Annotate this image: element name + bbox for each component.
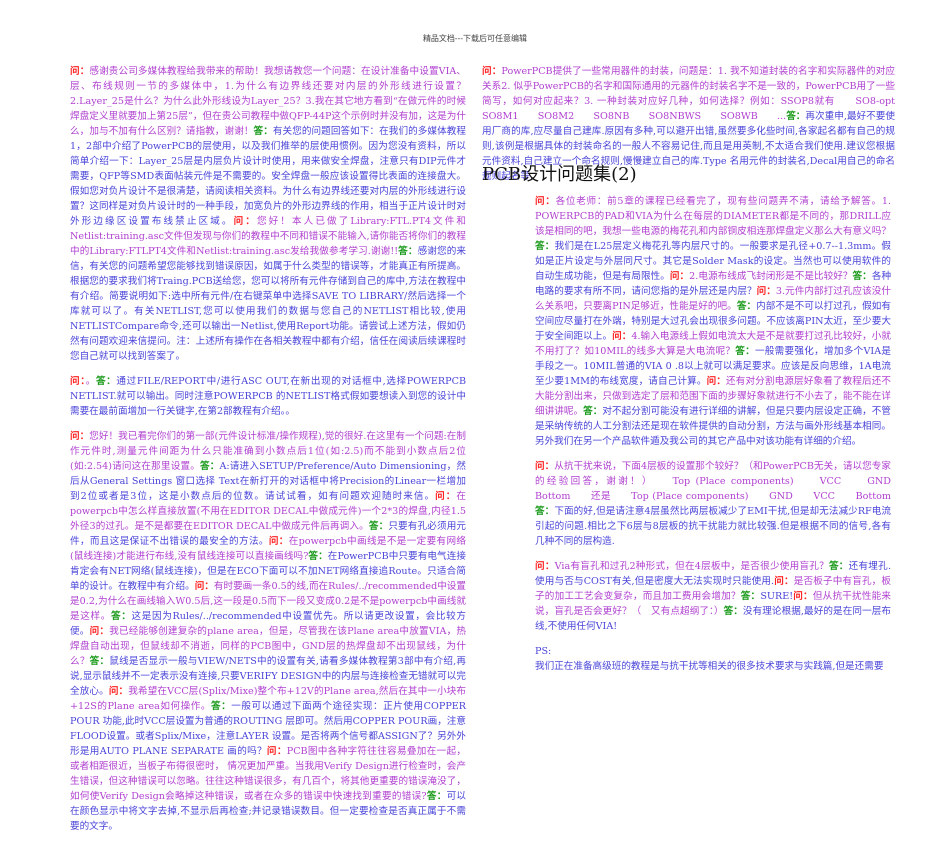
answer-text: 有关您的问题回答如下：在我们的多媒体教程1，2部中介绍了PowerPCB的层使用… xyxy=(70,126,467,227)
answer-label: 答： xyxy=(368,521,389,532)
question-label: 问： xyxy=(612,331,632,342)
answer-label: 答： xyxy=(583,406,603,417)
question-label: 问： xyxy=(70,376,86,387)
answer-label: 答： xyxy=(95,376,117,387)
qa-paragraph: 问：从抗干扰来说，下面4层板的设置那个较好？（和PowerPCB无关，请以您专家… xyxy=(535,459,910,549)
qa-paragraph: 问：您好！我已看完你们的第一部(元件设计标准/操作规程),觉的很好.在这里有一个… xyxy=(70,429,466,834)
question-label: 问： xyxy=(756,286,776,297)
answer-label: 答： xyxy=(426,791,447,802)
ps-label: PS: xyxy=(535,646,552,657)
question-text: 。 xyxy=(85,376,96,387)
answer-label: 答： xyxy=(740,591,761,602)
question-label: 问： xyxy=(535,461,555,472)
qa-paragraph: 问：感谢贵公司多媒体教程给我带来的帮助！我想请教您一个问题：在设计准备中设置VI… xyxy=(70,64,466,364)
answer-label: 答： xyxy=(852,271,872,282)
answer-text: 通过FILE/REPORT中/进行ASC OUT,在新出现的对话框中,选择POW… xyxy=(70,376,467,417)
answer-text: 下面的好,但是请注意4层虽然比两层板减少了EMI干扰,但是却无法减少RF电流引起… xyxy=(535,506,892,547)
question-label: 问： xyxy=(70,66,90,77)
question-label: 问： xyxy=(266,746,287,757)
answer-label: 答： xyxy=(308,551,328,562)
answer-label: 答： xyxy=(535,506,555,517)
page-header: 精品文档---下载后可任意编辑 xyxy=(422,34,528,43)
question-label: 问： xyxy=(268,536,289,547)
qa-paragraph: 问：。答：通过FILE/REPORT中/进行ASC OUT,在新出现的对话框中,… xyxy=(70,374,466,419)
question-label: 问： xyxy=(435,491,457,502)
question-text: Via有盲孔和过孔2种形式，但在4层板中，是否很少使用盲孔？ xyxy=(554,561,829,572)
answer-label: 答： xyxy=(828,561,849,572)
answer-label: 答： xyxy=(199,461,220,472)
answer-label: 答： xyxy=(111,611,132,622)
answer-text: SURE! xyxy=(760,591,794,602)
question-text: 从抗干扰来说，下面4层板的设置那个较好？（和PowerPCB无关，请以您专家的经… xyxy=(535,461,911,502)
qa-block: 问：各位老师：前5章的课程已经看完了，现有些问题弄不清，请给予解答。1. POW… xyxy=(535,194,910,634)
left-column: 问：感谢贵公司多媒体教程给我带来的帮助！我想请教您一个问题：在设计准备中设置VI… xyxy=(70,64,466,844)
answer-text: 感谢您的来信，有关您的问题希望您能够找到错误原因，如属于什么类型的错误等，才能真… xyxy=(70,246,466,362)
answer-label: 答： xyxy=(89,656,110,667)
answer-label: 答： xyxy=(535,241,555,252)
answer-label: 答： xyxy=(398,246,418,257)
question-label: 问： xyxy=(535,561,555,572)
qa-paragraph: 问：Via有盲孔和过孔2种形式，但在4层板中，是否很少使用盲孔？答：还有埋孔.使… xyxy=(535,559,891,634)
question-label: 问： xyxy=(89,626,110,637)
question-label: 问： xyxy=(774,576,794,587)
right-column-body: 问：各位老师：前5章的课程已经看完了，现有些问题弄不清，请给予解答。1. POW… xyxy=(535,194,910,674)
section-title: PCB设计问题集(2) xyxy=(482,164,637,185)
answer-label: 答： xyxy=(211,701,232,712)
question-text: 各位老师：前5章的课程已经看完了，现有些问题弄不清，请给予解答。1. POWER… xyxy=(535,196,891,237)
answer-label: 答： xyxy=(253,126,273,137)
answer-label: 答： xyxy=(735,346,755,357)
question-label: 问： xyxy=(482,66,502,77)
question-text: 2.电源布线成飞封闭形是不是比较好？ xyxy=(689,271,853,282)
answer-label: 答： xyxy=(736,301,757,312)
question-label: 问： xyxy=(194,581,214,592)
answer-label: 答： xyxy=(723,606,743,617)
question-label: 问： xyxy=(70,431,90,442)
question-label: 问： xyxy=(669,271,690,282)
answer-label: 答： xyxy=(786,111,806,122)
question-label: 问： xyxy=(793,591,813,602)
question-label: 问： xyxy=(706,376,727,387)
question-label: 问： xyxy=(108,686,129,697)
question-label: 问： xyxy=(233,216,257,227)
qa-paragraph: 问：各位老师：前5章的课程已经看完了，现有些问题弄不清，请给予解答。1. POW… xyxy=(535,194,891,449)
question-label: 问： xyxy=(535,196,556,207)
